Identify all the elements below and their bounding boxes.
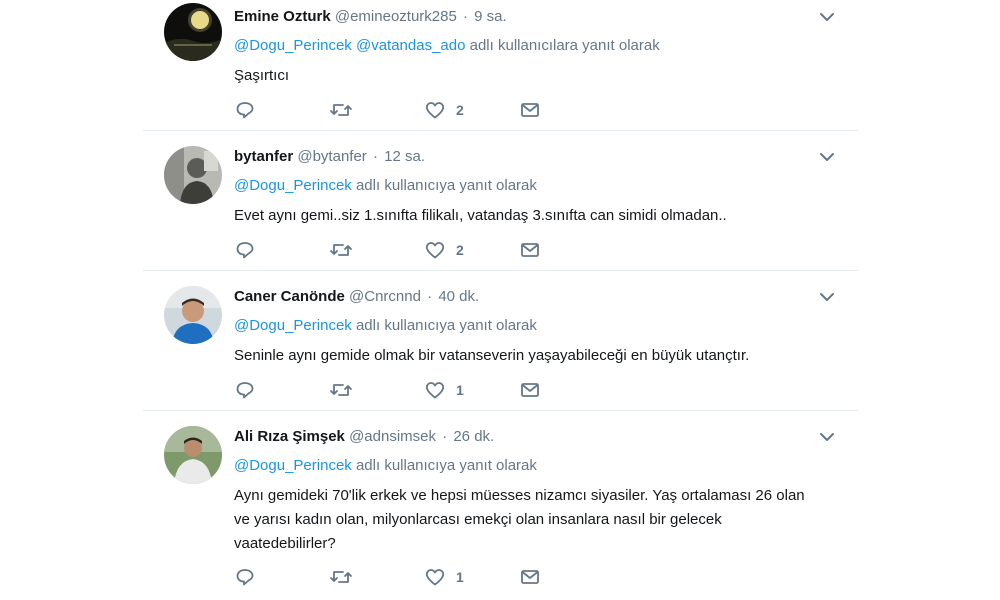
user-name[interactable]: Emine Ozturk xyxy=(234,8,331,25)
tweet[interactable]: bytanfer @bytanfer · 12 sa. @Dogu_Perinc… xyxy=(143,131,858,271)
retweet-icon xyxy=(330,384,352,396)
user-handle[interactable]: @bytanfer xyxy=(297,148,366,165)
heart-icon xyxy=(425,102,445,119)
retweet-button[interactable] xyxy=(329,566,424,588)
like-button[interactable]: 1 xyxy=(424,379,519,401)
heart-icon xyxy=(425,242,445,259)
like-button[interactable]: 2 xyxy=(424,239,519,261)
separator-dot: · xyxy=(463,8,468,25)
reply-context: @Dogu_Perincek adlı kullanıcıya yanıt ol… xyxy=(234,457,838,475)
envelope-icon xyxy=(521,103,539,117)
retweet-icon xyxy=(330,104,352,116)
tweet-text: Seninle aynı gemide olmak bir vatansever… xyxy=(234,347,750,364)
like-count: 1 xyxy=(456,382,464,398)
reply-icon xyxy=(236,242,254,259)
reply-context-label: adlı kullanıcıya yanıt olarak xyxy=(355,457,537,474)
envelope-icon xyxy=(521,243,539,257)
tweet-actions: 2 xyxy=(234,239,614,261)
tweet[interactable]: Caner Canönde @Cnrcnnd · 40 dk. @Dogu_Pe… xyxy=(143,271,858,411)
tweet-actions: 2 xyxy=(234,99,614,121)
separator-dot: · xyxy=(442,428,448,445)
user-name[interactable]: bytanfer xyxy=(234,148,293,165)
like-button[interactable]: 1 xyxy=(424,566,519,588)
user-handle[interactable]: @emineozturk285 xyxy=(335,8,457,25)
timestamp[interactable]: 40 dk. xyxy=(438,288,479,305)
like-button[interactable]: 2 xyxy=(424,99,519,121)
tweet-actions: 1 xyxy=(234,566,614,588)
tweet-header: Ali Rıza Şimşek @adnsimsek · 26 dk. xyxy=(234,428,838,446)
timestamp[interactable]: 12 sa. xyxy=(384,148,425,165)
mention-link[interactable]: @Dogu_Perincek xyxy=(234,177,352,194)
reply-context: @Dogu_Perincek @vatandas_ado adlı kullan… xyxy=(234,37,838,55)
direct-message-button[interactable] xyxy=(519,379,614,401)
retweet-button[interactable] xyxy=(329,379,424,401)
reply-icon xyxy=(236,382,254,399)
reply-button[interactable] xyxy=(234,239,329,261)
reply-context: @Dogu_Perincek adlı kullanıcıya yanıt ol… xyxy=(234,317,838,335)
envelope-icon xyxy=(521,383,539,397)
separator-dot: · xyxy=(427,288,433,305)
avatar[interactable] xyxy=(164,286,222,344)
reply-button[interactable] xyxy=(234,379,329,401)
user-name[interactable]: Ali Rıza Şimşek xyxy=(234,428,345,445)
tweet[interactable]: Ali Rıza Şimşek @adnsimsek · 26 dk. @Dog… xyxy=(143,411,858,600)
avatar[interactable] xyxy=(164,426,222,484)
retweet-button[interactable] xyxy=(329,99,424,121)
heart-icon xyxy=(425,382,445,399)
tweet-actions: 1 xyxy=(234,379,614,401)
tweet-text: Evet aynı gemi..siz 1.sınıfta filikalı, … xyxy=(234,207,727,224)
separator-dot: · xyxy=(372,148,378,165)
mention-link[interactable]: @vatandas_ado xyxy=(356,37,465,54)
mention-link[interactable]: @Dogu_Perincek xyxy=(234,457,352,474)
direct-message-button[interactable] xyxy=(519,566,614,588)
reply-icon xyxy=(236,569,254,586)
direct-message-button[interactable] xyxy=(519,99,614,121)
reply-context-label: adlı kullanıcıya yanıt olarak xyxy=(355,177,537,194)
like-count: 1 xyxy=(456,569,464,585)
retweet-button[interactable] xyxy=(329,239,424,261)
reply-context-label: adlı kullanıcıya yanıt olarak xyxy=(355,317,537,334)
reply-context: @Dogu_Perincek adlı kullanıcıya yanıt ol… xyxy=(234,177,838,195)
direct-message-button[interactable] xyxy=(519,239,614,261)
retweet-icon xyxy=(330,571,352,583)
tweet-text: Aynı gemideki 70'lik erkek ve hepsi mües… xyxy=(234,487,805,552)
reply-icon xyxy=(236,102,254,119)
tweet-replies-feed: Emine Ozturk @emineozturk285 · 9 sa. @Do… xyxy=(143,0,858,600)
chevron-down-icon[interactable] xyxy=(818,288,836,306)
chevron-down-icon[interactable] xyxy=(818,8,836,26)
like-count: 2 xyxy=(456,102,464,118)
avatar[interactable] xyxy=(164,3,222,61)
avatar[interactable] xyxy=(164,146,222,204)
timestamp[interactable]: 9 sa. xyxy=(474,8,507,25)
timestamp[interactable]: 26 dk. xyxy=(453,428,494,445)
reply-button[interactable] xyxy=(234,99,329,121)
reply-button[interactable] xyxy=(234,566,329,588)
reply-context-label: adlı kullanıcılara yanıt olarak xyxy=(469,37,660,54)
tweet-header: bytanfer @bytanfer · 12 sa. xyxy=(234,148,838,166)
envelope-icon xyxy=(521,570,539,584)
chevron-down-icon[interactable] xyxy=(818,148,836,166)
tweet[interactable]: Emine Ozturk @emineozturk285 · 9 sa. @Do… xyxy=(143,0,858,131)
tweet-header: Caner Canönde @Cnrcnnd · 40 dk. xyxy=(234,288,838,306)
retweet-icon xyxy=(330,244,352,256)
chevron-down-icon[interactable] xyxy=(818,428,836,446)
tweet-text: Şaşırtıcı xyxy=(234,67,290,84)
user-handle[interactable]: @Cnrcnnd xyxy=(349,288,421,305)
like-count: 2 xyxy=(456,242,464,258)
mention-link[interactable]: @Dogu_Perincek xyxy=(234,37,352,54)
mention-link[interactable]: @Dogu_Perincek xyxy=(234,317,352,334)
tweet-header: Emine Ozturk @emineozturk285 · 9 sa. xyxy=(234,8,838,26)
heart-icon xyxy=(425,569,445,586)
user-name[interactable]: Caner Canönde xyxy=(234,288,345,305)
user-handle[interactable]: @adnsimsek xyxy=(349,428,436,445)
